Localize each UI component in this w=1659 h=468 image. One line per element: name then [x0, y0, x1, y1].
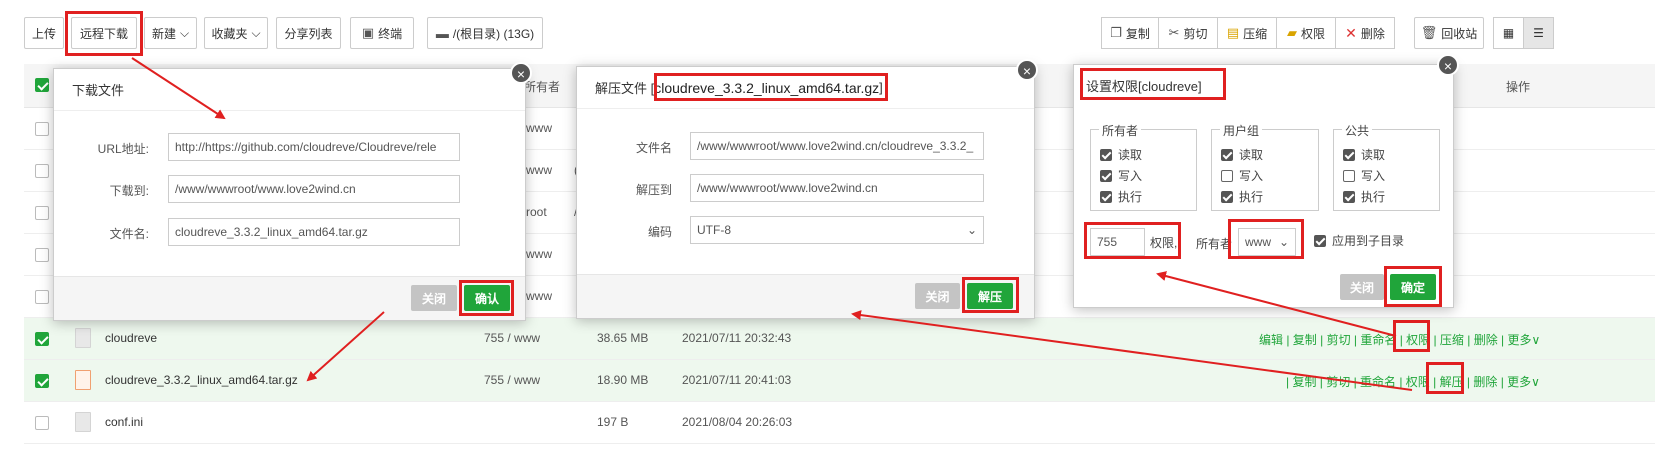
arrow-extract-link-to-dialog [851, 310, 1413, 391]
arrow-permission-link-to-dialog [1156, 271, 1397, 337]
annotation-arrows [131, 57, 1413, 391]
arrow-remote-download-to-dialog [131, 57, 226, 120]
arrow-confirm-to-file [306, 311, 385, 382]
